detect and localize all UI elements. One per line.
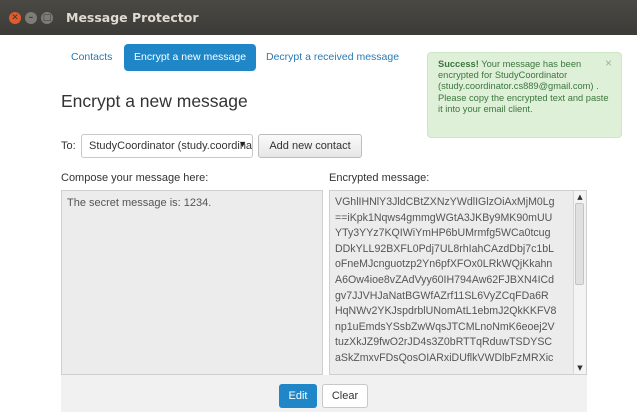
compose-textarea[interactable]: The secret message is: 1234. <box>61 190 323 375</box>
recipient-select[interactable]: StudyCoordinator (study.coordinator.cs88… <box>81 134 253 158</box>
scrollbar-thumb[interactable] <box>575 203 584 285</box>
encrypted-line: oFneMJcnguotzp2Yn6pfXFOx0LRkWQjKkahn <box>335 258 553 271</box>
clear-button[interactable]: Clear <box>322 384 368 408</box>
encrypted-text: VGhlIHNlY3JldCBtZXNzYWdlIGlzOiAxMjM0Lg =… <box>335 195 568 367</box>
success-alert: Success! Your message has been encrypted… <box>427 52 622 138</box>
window-titlebar: ✕ – □ Message Protector <box>0 0 637 35</box>
alert-close-icon[interactable]: × <box>605 57 612 69</box>
close-icon: ✕ <box>11 13 19 23</box>
edit-button[interactable]: Edit <box>279 384 317 408</box>
encrypted-scrollbar[interactable]: ▲ ▼ <box>573 191 586 374</box>
maximize-icon: □ <box>42 13 52 23</box>
tab-decrypt-received-message[interactable]: Decrypt a received message <box>256 44 409 71</box>
compose-label: Compose your message here: <box>61 172 209 184</box>
encrypted-label: Encrypted message: <box>329 172 430 184</box>
add-contact-button[interactable]: Add new contact <box>258 134 362 158</box>
encrypted-line: tuzXkJZ9fwO2rJD4s3Z0bRTTqRduwTSDYSC <box>335 336 553 349</box>
encrypted-line: HqNWv2YKJspdrblUNomAtL1ebmJ2QkKKFV8 <box>335 305 557 318</box>
alert-title: Success! <box>438 59 479 69</box>
encrypted-line: A6Ow4ioe8vZAdVyy60IH794Aw62FJBXN4ICd <box>335 273 555 286</box>
caret-down-icon: ▼ <box>238 139 247 149</box>
to-label: To: <box>61 140 76 152</box>
recipient-selected-value: StudyCoordinator (study.coordinator.cs88… <box>89 140 253 152</box>
scroll-up-icon[interactable]: ▲ <box>575 192 585 202</box>
encrypted-line: YTy3YYz7KQIWiYmHP6bUMrmfg5WCa0tcug <box>335 227 551 240</box>
encrypted-textarea[interactable]: VGhlIHNlY3JldCBtZXNzYWdlIGlzOiAxMjM0Lg =… <box>329 190 587 375</box>
encrypted-line: ==iKpk1Nqws4gmmgWGtA3JKBy9MK90mUU <box>335 211 553 224</box>
encrypted-line: VGhlIHNlY3JldCBtZXNzYWdlIGlzOiAxMjM0Lg <box>335 196 555 208</box>
encrypted-line: DDkYLL92BXFL0Pdj7UL8rhIahCAzdDbj7c1bL <box>335 242 555 255</box>
window-minimize-button[interactable]: – <box>25 12 37 24</box>
window-close-button[interactable]: ✕ <box>9 12 21 24</box>
tab-encrypt-new-message[interactable]: Encrypt a new message <box>124 44 257 71</box>
encrypted-line: gv7JJVHJaNatBGWfAZrf11SL6VyZCqFDa6R <box>335 289 549 302</box>
encrypted-line: np1uEmdsYSsbZwWqsJTCMLnoNmK6eoej2V <box>335 320 555 333</box>
tab-contacts[interactable]: Contacts <box>61 44 122 71</box>
page-title: Encrypt a new message <box>61 91 248 111</box>
encrypted-line: aSkZmxvFDsQosOIARxiDUflkVWDlbFzMRXic <box>335 351 554 364</box>
minimize-icon: – <box>28 13 34 23</box>
scroll-down-icon[interactable]: ▼ <box>575 363 585 373</box>
window-title: Message Protector <box>66 10 199 25</box>
window-maximize-button[interactable]: □ <box>41 12 53 24</box>
